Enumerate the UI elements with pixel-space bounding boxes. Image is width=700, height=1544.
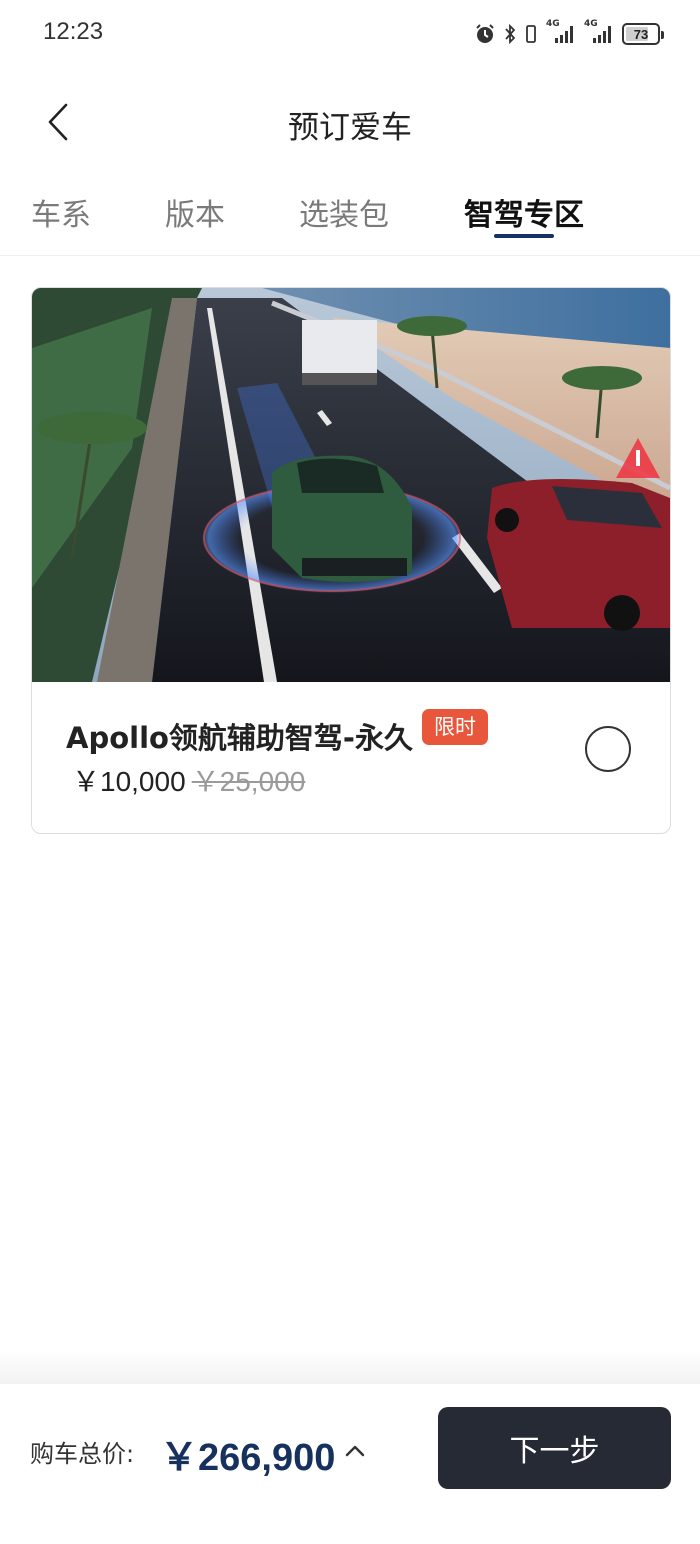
tab-car-series[interactable]: 车系 bbox=[31, 190, 91, 234]
battery-icon: 73 bbox=[622, 23, 664, 45]
bottom-bar: 购车总价: ￥266,900 下一步 bbox=[0, 1384, 700, 1544]
total-price: ￥266,900 bbox=[160, 1437, 336, 1479]
status-bar: 12:23 4G 4G 73 bbox=[0, 0, 700, 68]
alarm-icon bbox=[474, 23, 496, 45]
price-details-toggle[interactable] bbox=[340, 1436, 370, 1466]
limited-time-badge: 限时 bbox=[422, 709, 488, 745]
header: 预订爱车 bbox=[0, 80, 700, 164]
select-radio-button[interactable] bbox=[585, 726, 631, 772]
bluetooth-icon bbox=[504, 23, 516, 45]
tab-version[interactable]: 版本 bbox=[165, 190, 225, 234]
bottom-bar-shadow bbox=[0, 1350, 700, 1384]
network-type-label: 4G bbox=[584, 19, 598, 29]
chevron-up-icon bbox=[345, 1445, 365, 1457]
next-step-button[interactable]: 下一步 bbox=[438, 1407, 671, 1489]
vibrate-icon bbox=[524, 23, 538, 45]
option-card[interactable]: Apollo领航辅助智驾-永久 限时 ￥10,000 ￥25,000 bbox=[31, 287, 671, 834]
price-row: ￥10,000 ￥25,000 bbox=[72, 760, 305, 800]
tab-option-packages[interactable]: 选装包 bbox=[299, 190, 389, 234]
status-time: 12:23 bbox=[43, 18, 104, 45]
battery-level: 73 bbox=[633, 26, 649, 42]
tab-smart-driving[interactable]: 智驾专区 bbox=[464, 190, 584, 234]
tab-bar: 车系 版本 选装包 智驾专区 bbox=[0, 176, 700, 256]
option-name: Apollo领航辅助智驾-永久 bbox=[66, 721, 413, 755]
signal-icon: 4G bbox=[546, 19, 576, 45]
price-original: ￥25,000 bbox=[191, 766, 306, 797]
signal-icon: 4G bbox=[584, 19, 614, 45]
option-card-image bbox=[32, 288, 670, 682]
option-card-body: Apollo领航辅助智驾-永久 限时 ￥10,000 ￥25,000 bbox=[32, 682, 670, 833]
price-current: ￥10,000 bbox=[72, 766, 186, 797]
total-price-label: 购车总价: bbox=[30, 1440, 135, 1468]
network-type-label: 4G bbox=[546, 19, 560, 29]
active-tab-indicator bbox=[494, 234, 554, 238]
status-icons: 4G 4G 73 bbox=[474, 19, 664, 48]
page-title: 预订爱车 bbox=[288, 110, 412, 146]
